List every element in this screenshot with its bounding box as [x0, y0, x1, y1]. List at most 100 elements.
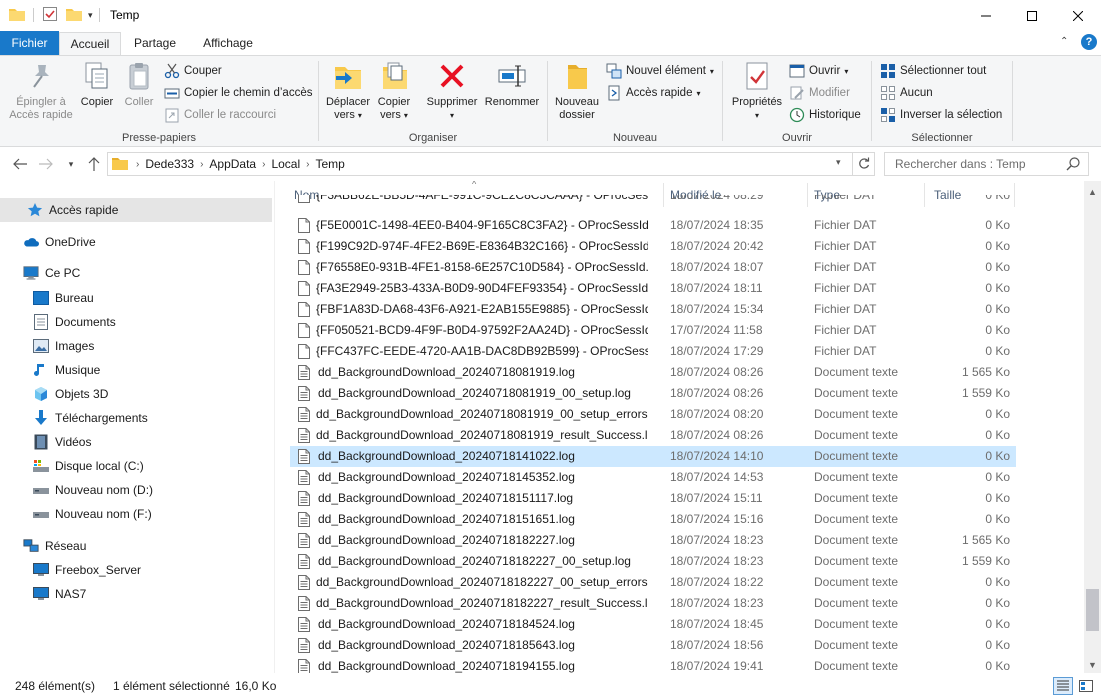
- file-name-cell[interactable]: {FF050521-BCD9-4F9F-B0D4-97592F2AA24D} -…: [298, 320, 648, 341]
- file-name-cell[interactable]: dd_BackgroundDownload_20240718185643.log: [298, 635, 648, 656]
- file-row[interactable]: {F199C92D-974F-4FE2-B69E-E8364B32C166} -…: [290, 236, 1016, 257]
- nav-freebox-server[interactable]: Freebox_Server: [0, 558, 272, 582]
- tab-affichage[interactable]: Affichage: [193, 32, 263, 55]
- cut-button[interactable]: Couper: [164, 62, 222, 80]
- file-name-cell[interactable]: dd_BackgroundDownload_20240718081919_00_…: [298, 383, 648, 404]
- customize-toolbar-chevron-icon[interactable]: ▾: [88, 10, 93, 21]
- search-input[interactable]: Rechercher dans : Temp: [884, 152, 1089, 176]
- breadcrumb-appdata[interactable]: AppData: [209, 157, 256, 171]
- file-row[interactable]: dd_BackgroundDownload_20240718182227_00_…: [290, 572, 1016, 593]
- tab-fichier[interactable]: Fichier: [0, 31, 59, 55]
- nav-images[interactable]: Images: [0, 334, 272, 358]
- file-name-cell[interactable]: dd_BackgroundDownload_20240718151117.log: [298, 488, 648, 509]
- vertical-scrollbar[interactable]: ▲ ▼: [1084, 181, 1101, 673]
- file-row[interactable]: dd_BackgroundDownload_20240718145352.log…: [290, 467, 1016, 488]
- nav-bureau[interactable]: Bureau: [0, 286, 272, 310]
- refresh-icon[interactable]: [858, 156, 870, 173]
- file-name-cell[interactable]: dd_BackgroundDownload_20240718151651.log: [298, 509, 648, 530]
- scroll-down-icon[interactable]: ▼: [1084, 656, 1101, 673]
- breadcrumb-chevron-icon[interactable]: ›: [306, 159, 309, 170]
- file-row[interactable]: dd_BackgroundDownload_20240718182227_res…: [290, 593, 1016, 614]
- file-row[interactable]: {FA3E2949-25B3-433A-B0D9-90D4FEF93354} -…: [290, 278, 1016, 299]
- file-name-cell[interactable]: dd_BackgroundDownload_20240718141022.log: [298, 446, 648, 467]
- file-row[interactable]: {FF050521-BCD9-4F9F-B0D4-97592F2AA24D} -…: [290, 320, 1016, 341]
- address-bar[interactable]: › Dede333 › AppData › Local › Temp ▾: [107, 152, 875, 176]
- address-history-chevron-icon[interactable]: ▾: [836, 157, 841, 168]
- file-name-cell[interactable]: dd_BackgroundDownload_20240718145352.log: [298, 467, 648, 488]
- file-row[interactable]: dd_BackgroundDownload_20240718185643.log…: [290, 635, 1016, 656]
- file-row[interactable]: dd_BackgroundDownload_20240718081919_00_…: [290, 404, 1016, 425]
- close-button[interactable]: [1055, 0, 1101, 31]
- file-row[interactable]: dd_BackgroundDownload_20240718081919_res…: [290, 425, 1016, 446]
- nav-nas7[interactable]: NAS7: [0, 582, 272, 606]
- file-name-cell[interactable]: {FBF1A83D-DA68-43F6-A921-E2AB155E9885} -…: [298, 299, 648, 320]
- rename-button[interactable]: Renommer: [481, 60, 543, 109]
- tab-accueil[interactable]: Accueil: [59, 32, 121, 55]
- move-to-button[interactable]: Déplacer vers ▾: [323, 60, 373, 122]
- forward-button[interactable]: [37, 155, 55, 173]
- file-name-cell[interactable]: dd_BackgroundDownload_20240718184524.log: [298, 614, 648, 635]
- edit-button[interactable]: Modifier: [789, 84, 850, 102]
- recent-locations-chevron-icon[interactable]: ▾: [62, 155, 80, 173]
- properties-button[interactable]: Propriétés ▾: [729, 60, 785, 122]
- file-name-cell[interactable]: dd_BackgroundDownload_20240718081919_res…: [298, 425, 648, 446]
- copy-path-button[interactable]: Copier le chemin d’accès: [164, 84, 312, 102]
- breadcrumb-chevron-icon[interactable]: ›: [136, 159, 139, 170]
- nav-nouveau-nom-d[interactable]: Nouveau nom (D:): [0, 478, 272, 502]
- new-item-button[interactable]: Nouvel élément ▾: [606, 62, 714, 80]
- properties-quick-icon[interactable]: [42, 6, 58, 25]
- file-name-cell[interactable]: {F5E0001C-1498-4EE0-B404-9F165C8C3FA2} -…: [298, 215, 648, 236]
- file-row[interactable]: dd_BackgroundDownload_20240718182227.log…: [290, 530, 1016, 551]
- select-none-button[interactable]: Aucun: [880, 84, 933, 102]
- file-name-cell[interactable]: {FA3E2949-25B3-433A-B0D9-90D4FEF93354} -…: [298, 278, 648, 299]
- nav-videos[interactable]: Vidéos: [0, 430, 272, 454]
- file-name-cell[interactable]: {F76558E0-931B-4FE1-8158-6E257C10D584} -…: [298, 257, 648, 278]
- file-row[interactable]: dd_BackgroundDownload_20240718194155.log…: [290, 656, 1016, 673]
- nav-telechargements[interactable]: Téléchargements: [0, 406, 272, 430]
- history-button[interactable]: Historique: [789, 106, 861, 124]
- file-name-cell[interactable]: dd_BackgroundDownload_20240718182227.log: [298, 530, 648, 551]
- maximize-button[interactable]: [1009, 0, 1055, 31]
- new-folder-button[interactable]: Nouveau dossier: [552, 60, 602, 122]
- file-row[interactable]: dd_BackgroundDownload_20240718081919.log…: [290, 362, 1016, 383]
- file-row[interactable]: dd_BackgroundDownload_20240718151117.log…: [290, 488, 1016, 509]
- tab-partage[interactable]: Partage: [125, 32, 185, 55]
- nav-objets-3d[interactable]: Objets 3D: [0, 382, 272, 406]
- minimize-button[interactable]: [963, 0, 1009, 31]
- file-name-cell[interactable]: dd_BackgroundDownload_20240718081919_00_…: [298, 404, 648, 425]
- file-row[interactable]: dd_BackgroundDownload_20240718141022.log…: [290, 446, 1016, 467]
- nav-this-pc[interactable]: Ce PC: [0, 261, 272, 285]
- easy-access-button[interactable]: Accès rapide ▾: [606, 84, 701, 102]
- select-all-button[interactable]: Sélectionner tout: [880, 62, 986, 80]
- file-row[interactable]: {FBF1A83D-DA68-43F6-A921-E2AB155E9885} -…: [290, 299, 1016, 320]
- breadcrumb-local[interactable]: Local: [271, 157, 300, 171]
- copy-button[interactable]: Copier: [78, 60, 116, 109]
- paste-button[interactable]: Coller: [120, 60, 158, 109]
- search-icon[interactable]: [1066, 157, 1080, 174]
- nav-musique[interactable]: Musique: [0, 358, 272, 382]
- help-icon[interactable]: ?: [1081, 34, 1097, 50]
- copy-to-button[interactable]: Copier vers ▾: [373, 60, 415, 122]
- file-name-cell[interactable]: dd_BackgroundDownload_20240718081919.log: [298, 362, 648, 383]
- paste-shortcut-button[interactable]: Coller le raccourci: [164, 106, 276, 124]
- scrollbar-thumb[interactable]: [1086, 589, 1099, 631]
- file-name-cell[interactable]: dd_BackgroundDownload_20240718182227_00_…: [298, 572, 648, 593]
- file-row[interactable]: dd_BackgroundDownload_20240718182227_00_…: [290, 551, 1016, 572]
- file-row[interactable]: {F5E0001C-1498-4EE0-B404-9F165C8C3FA2} -…: [290, 215, 1016, 236]
- file-row[interactable]: dd_BackgroundDownload_20240718184524.log…: [290, 614, 1016, 635]
- scroll-up-icon[interactable]: ▲: [1084, 183, 1101, 200]
- details-view-button[interactable]: [1053, 677, 1073, 695]
- breadcrumb-dede333[interactable]: Dede333: [145, 157, 194, 171]
- breadcrumb-temp[interactable]: Temp: [315, 157, 344, 171]
- tiles-view-button[interactable]: [1076, 677, 1096, 695]
- file-name-cell[interactable]: dd_BackgroundDownload_20240718182227_00_…: [298, 551, 648, 572]
- file-row[interactable]: dd_BackgroundDownload_20240718151651.log…: [290, 509, 1016, 530]
- breadcrumb-chevron-icon[interactable]: ›: [262, 159, 265, 170]
- nav-disque-c[interactable]: Disque local (C:): [0, 454, 272, 478]
- up-button[interactable]: [85, 155, 103, 173]
- file-name-cell[interactable]: {FFC437FC-EEDE-4720-AA1B-DAC8DB92B599} -…: [298, 341, 648, 362]
- invert-selection-button[interactable]: Inverser la sélection: [880, 106, 1002, 124]
- collapse-ribbon-chevron-icon[interactable]: ⌃: [1060, 36, 1068, 47]
- file-name-cell[interactable]: {F199C92D-974F-4FE2-B69E-E8364B32C166} -…: [298, 236, 648, 257]
- breadcrumb-chevron-icon[interactable]: ›: [200, 159, 203, 170]
